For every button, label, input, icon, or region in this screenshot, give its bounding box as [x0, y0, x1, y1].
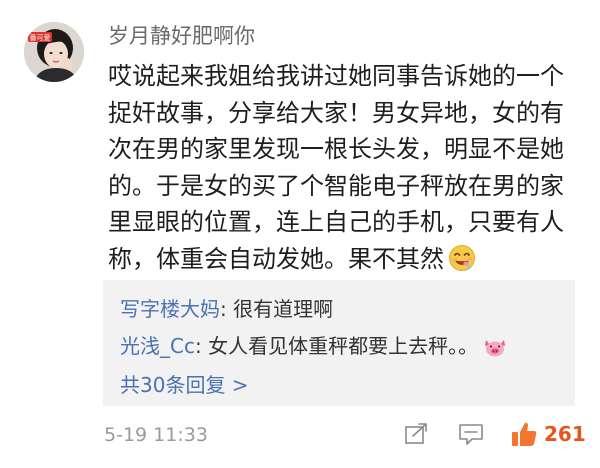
- like-button[interactable]: 261: [510, 420, 586, 448]
- pig-face-icon: [482, 336, 508, 363]
- reply-author[interactable]: 光浅_Cc: [120, 334, 195, 358]
- comment-line-last: 称，体重会自动发她。果不其然: [108, 241, 564, 283]
- avatar-image: 番可爱: [24, 22, 84, 82]
- comment-line: 的。于是女的买了个智能电子秤放在男的家: [108, 171, 564, 200]
- reply-separator: :: [194, 334, 209, 358]
- comment-username[interactable]: 岁月静好肥啊你: [108, 20, 255, 50]
- reply-text: 很有道理啊: [233, 297, 334, 321]
- reply-item[interactable]: 写字楼大妈: 很有道理啊: [120, 293, 333, 322]
- comment-card: 番可爱 岁月静好肥啊你 哎说起来我姐给我讲过她同事告诉她的一个 捉奸故事，分享给…: [0, 0, 600, 468]
- reply-author[interactable]: 写字楼大妈: [120, 297, 220, 321]
- comment-line: 捉奸故事，分享给大家！男女异地，女的有: [108, 98, 564, 127]
- thumbs-up-icon: [512, 422, 537, 446]
- comment-icon: [459, 424, 483, 445]
- avatar[interactable]: 番可爱: [24, 22, 84, 82]
- share-button[interactable]: [404, 422, 430, 450]
- replies-panel: 写字楼大妈: 很有道理啊 光浅_Cc: 女人看见体重秤都要上去秤。。 共30条回…: [103, 280, 575, 406]
- drooling-face-icon: [448, 244, 476, 283]
- comment-timestamp: 5-19 11:33: [104, 424, 208, 446]
- more-replies-link[interactable]: 共30条回复 >: [120, 369, 249, 398]
- comment-line: 里显眼的位置，连上自己的手机，只要有人: [108, 208, 564, 236]
- like-count: 261: [544, 422, 586, 446]
- comment-line-text: 称，体重会自动发她。果不其然: [108, 244, 444, 273]
- share-icon: [405, 423, 427, 444]
- comment-line: 次在男的家里发现一根长头发，明显不是她: [108, 135, 564, 163]
- reply-separator: :: [220, 297, 234, 321]
- comment-body: 哎说起来我姐给我讲过她同事告诉她的一个 捉奸故事，分享给大家！男女异地，女的有 …: [108, 58, 564, 282]
- reply-item[interactable]: 光浅_Cc: 女人看见体重秤都要上去秤。。: [120, 330, 508, 363]
- reply-text: 女人看见体重秤都要上去秤。。: [208, 334, 479, 358]
- avatar-sticker-text: 番可爱: [30, 34, 51, 42]
- comment-line: 哎说起来我姐给我讲过她同事告诉她的一个: [108, 62, 564, 90]
- comment-button[interactable]: [458, 422, 484, 450]
